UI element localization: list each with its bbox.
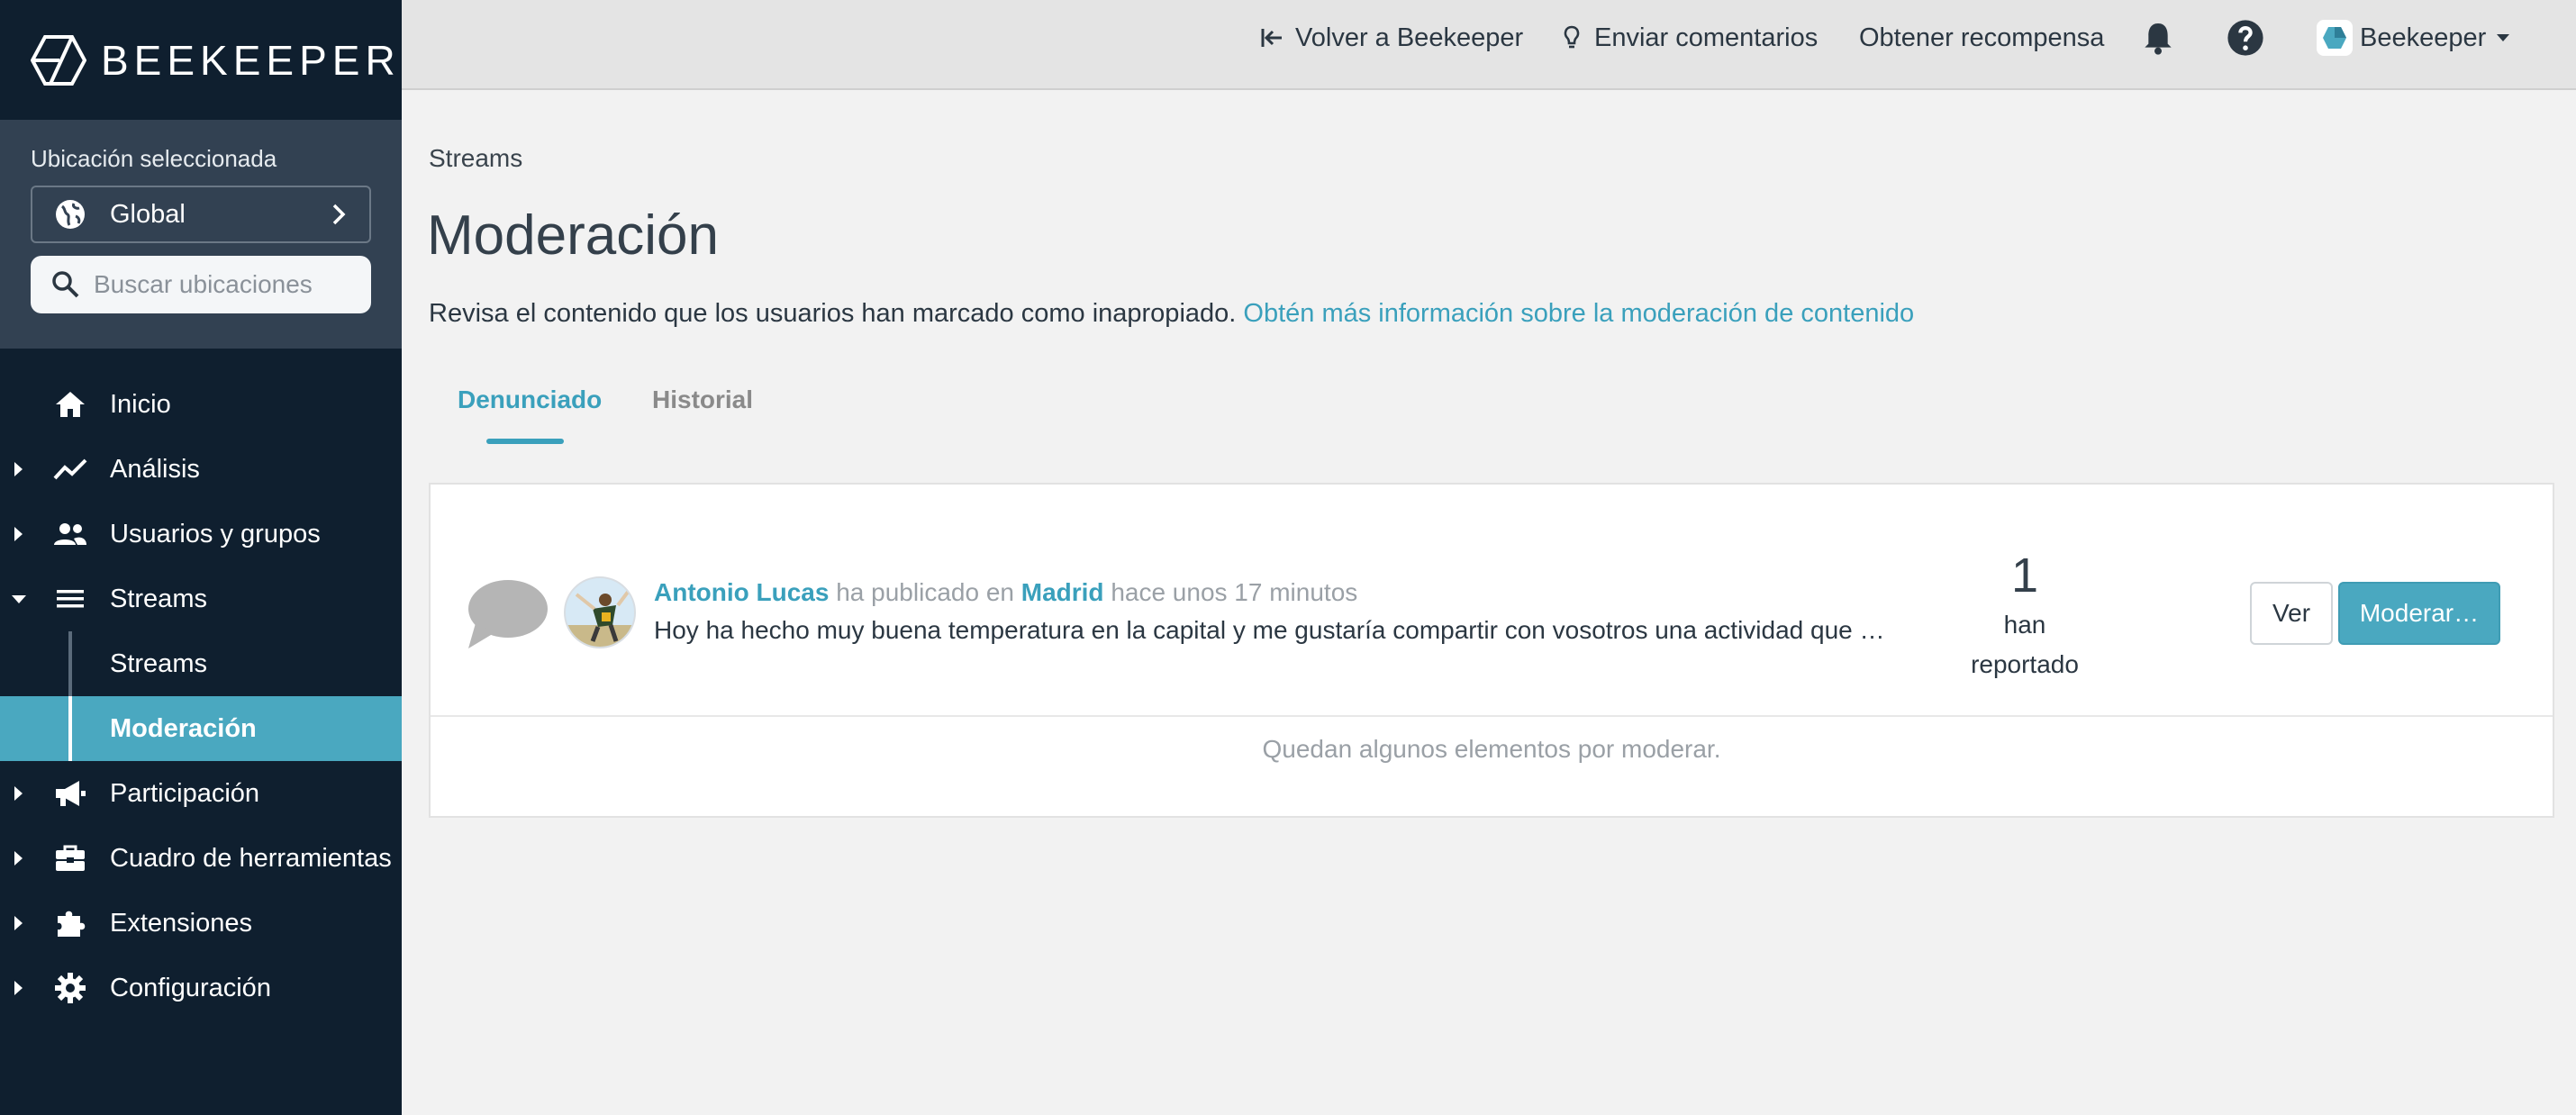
help-question-icon: [2227, 20, 2263, 56]
users-icon: [54, 523, 86, 545]
user-photo-icon: [566, 578, 634, 647]
tab-history[interactable]: Historial: [652, 385, 753, 414]
help-button[interactable]: [2227, 0, 2264, 76]
sidebar-item-label: Extensiones: [110, 908, 252, 938]
feedback-link-label: Enviar comentarios: [1594, 23, 1819, 52]
toolbox-icon: [56, 845, 85, 871]
breadcrumb[interactable]: Streams: [429, 144, 522, 173]
megaphone-icon: [56, 781, 86, 806]
sidebar-item-label: Cuadro de herramientas: [110, 843, 392, 873]
sidebar-item-label: Streams: [110, 648, 207, 678]
top-header: Volver a Beekeeper Enviar comentarios Ob…: [402, 0, 2576, 90]
location-search-input[interactable]: Buscar ubicaciones: [31, 256, 371, 313]
sidebar-subitem-streams[interactable]: Streams: [0, 631, 402, 696]
expand-caret-icon: [14, 916, 23, 930]
description-text: Revisa el contenido que los usuarios han…: [429, 299, 1237, 328]
get-reward-link[interactable]: Obtener recompensa: [1859, 0, 2104, 76]
globe-icon: [56, 200, 85, 229]
report-count-number: 1: [2010, 548, 2039, 603]
gear-icon: [55, 973, 86, 1003]
lightbulb-icon: [1564, 25, 1580, 49]
back-arrow-icon: [1261, 29, 1282, 47]
menu-lines-icon: [57, 590, 84, 608]
post-timestamp: hace unos 17 minutos: [1111, 578, 1358, 606]
back-link-label: Volver a Beekeeper: [1295, 23, 1524, 52]
brand-wordmark: BEEKEEPER: [101, 36, 401, 84]
sidebar-item-engagement[interactable]: Participación: [0, 761, 402, 826]
sidebar-item-label: Análisis: [110, 454, 200, 484]
expand-caret-icon: [14, 786, 23, 801]
sidebar: BEEKEEPER Ubicación seleccionada Global …: [0, 0, 402, 1115]
avatar[interactable]: [564, 576, 636, 648]
expand-caret-icon: [14, 527, 23, 541]
report-count: 1 han reportado: [1908, 548, 2142, 683]
home-icon: [56, 392, 85, 417]
post-meta: Antonio Lucas ha publicado en Madrid hac…: [654, 578, 1357, 607]
sidebar-item-label: Streams: [110, 584, 207, 613]
sidebar-item-streams[interactable]: Streams: [0, 567, 402, 631]
sidebar-item-users[interactable]: Usuarios y grupos: [0, 502, 402, 567]
view-button[interactable]: Ver: [2250, 582, 2333, 645]
selected-location: Global: [110, 199, 186, 229]
sidebar-subitem-moderation[interactable]: Moderación: [0, 696, 402, 761]
location-label: Ubicación seleccionada: [31, 145, 277, 172]
account-menu-button[interactable]: Beekeeper: [2317, 0, 2510, 76]
location-panel: Ubicación seleccionada Global Buscar ubi…: [0, 120, 402, 349]
bell-icon: [2145, 23, 2172, 55]
divider: [431, 715, 2553, 717]
search-placeholder: Buscar ubicaciones: [94, 270, 313, 298]
collapse-caret-icon: [12, 594, 26, 603]
author-link[interactable]: Antonio Lucas: [654, 578, 829, 606]
puzzle-piece-icon: [58, 911, 86, 937]
notifications-button[interactable]: [2140, 0, 2176, 76]
speech-bubble-icon: [468, 580, 548, 648]
active-tab-indicator: [486, 439, 564, 444]
sidebar-item-label: Usuarios y grupos: [110, 519, 321, 548]
sidebar-item-settings[interactable]: Configuración: [0, 956, 402, 1020]
sidebar-item-label: Participación: [110, 778, 260, 808]
learn-more-link[interactable]: Obtén más información sobre la moderació…: [1243, 299, 1914, 328]
page-description: Revisa el contenido que los usuarios han…: [429, 299, 1914, 329]
sidebar-nav: Inicio Análisis Usuarios y grupos Stream…: [0, 372, 402, 1020]
send-feedback-link[interactable]: Enviar comentarios: [1558, 0, 1818, 76]
chevron-down-icon: [2497, 34, 2510, 41]
sidebar-item-analytics[interactable]: Análisis: [0, 437, 402, 502]
expand-caret-icon: [14, 462, 23, 476]
back-to-beekeeper-link[interactable]: Volver a Beekeeper: [1259, 0, 1523, 76]
sidebar-item-label: Inicio: [110, 389, 171, 419]
trend-line-icon: [53, 458, 87, 480]
sidebar-item-extensions[interactable]: Extensiones: [0, 891, 402, 956]
search-icon: [52, 271, 79, 298]
reward-link-label: Obtener recompensa: [1859, 23, 2105, 52]
sidebar-item-home[interactable]: Inicio: [0, 372, 402, 437]
report-count-label-line2: reportado: [1971, 650, 2079, 678]
beekeeper-logo-icon: [31, 34, 86, 86]
location-selector-button[interactable]: Global: [31, 186, 371, 243]
sidebar-item-label: Configuración: [110, 973, 271, 1002]
expand-caret-icon: [14, 981, 23, 995]
post-excerpt: Hoy ha hecho muy buena temperatura en la…: [654, 616, 1885, 644]
tab-reported[interactable]: Denunciado: [458, 385, 602, 414]
brand-logo[interactable]: BEEKEEPER: [0, 0, 402, 120]
account-name: Beekeeper: [2360, 23, 2487, 52]
sidebar-item-toolbox[interactable]: Cuadro de herramientas: [0, 826, 402, 891]
report-count-label-line1: han: [2003, 611, 2046, 639]
posted-in-text: ha publicado en: [836, 578, 1014, 606]
remaining-items-note: Quedan algunos elementos por moderar.: [1262, 735, 1721, 763]
page-title: Moderación: [427, 204, 719, 267]
moderate-button[interactable]: Moderar…: [2338, 582, 2500, 645]
sidebar-item-label: Moderación: [110, 713, 257, 743]
subnav-indent-bar: [68, 696, 72, 761]
stream-link[interactable]: Madrid: [1021, 578, 1104, 606]
subnav-indent-bar: [68, 631, 72, 696]
reported-items-card: Antonio Lucas ha publicado en Madrid hac…: [429, 483, 2554, 818]
account-avatar-icon: [2317, 20, 2353, 56]
expand-caret-icon: [14, 851, 23, 866]
chevron-right-icon: [332, 204, 346, 225]
